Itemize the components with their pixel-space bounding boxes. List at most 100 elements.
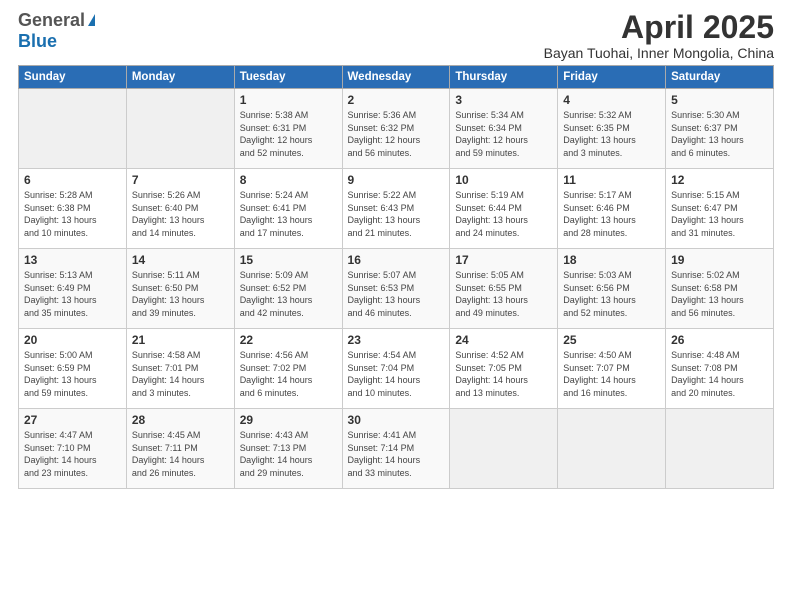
calendar-cell: 7 Sunrise: 5:26 AM Sunset: 6:40 PM Daylig… [126, 169, 234, 249]
day-number: 13 [24, 253, 121, 267]
day-number: 29 [240, 413, 337, 427]
weekday-header: Saturday [666, 66, 774, 89]
day-number: 18 [563, 253, 660, 267]
calendar-cell: 17Sunrise: 5:05 AM Sunset: 6:55 PM Dayli… [450, 249, 558, 329]
title-month-year: April 2025 [544, 10, 774, 45]
day-info: Sunrise: 5:28 AM Sunset: 6:38 PM Dayligh… [24, 189, 121, 239]
day-number: 24 [455, 333, 552, 347]
day-number: 15 [240, 253, 337, 267]
day-info: Sunrise: 5:34 AM Sunset: 6:34 PM Dayligh… [455, 109, 552, 159]
day-info: Sunrise: 5:13 AM Sunset: 6:49 PM Dayligh… [24, 269, 121, 319]
day-number: 2 [348, 93, 445, 107]
day-number: 7 [132, 173, 229, 187]
day-info: Sunrise: 5:36 AM Sunset: 6:32 PM Dayligh… [348, 109, 445, 159]
day-number: 5 [671, 93, 768, 107]
day-number: 12 [671, 173, 768, 187]
calendar-cell: 8Sunrise: 5:24 AM Sunset: 6:41 PM Daylig… [234, 169, 342, 249]
calendar-cell [450, 409, 558, 489]
header: General Blue April 2025 Bayan Tuohai, In… [18, 10, 774, 61]
day-number: 27 [24, 413, 121, 427]
weekday-header: Sunday [19, 66, 127, 89]
day-number: 14 [132, 253, 229, 267]
day-info: Sunrise: 5:26 AM Sunset: 6:40 PM Dayligh… [132, 189, 229, 239]
calendar-cell: 26Sunrise: 4:48 AM Sunset: 7:08 PM Dayli… [666, 329, 774, 409]
calendar-header-row: SundayMondayTuesdayWednesdayThursdayFrid… [19, 66, 774, 89]
day-number: 23 [348, 333, 445, 347]
day-number: 19 [671, 253, 768, 267]
calendar-cell: 21Sunrise: 4:58 AM Sunset: 7:01 PM Dayli… [126, 329, 234, 409]
day-info: Sunrise: 5:30 AM Sunset: 6:37 PM Dayligh… [671, 109, 768, 159]
day-info: Sunrise: 4:48 AM Sunset: 7:08 PM Dayligh… [671, 349, 768, 399]
weekday-header: Thursday [450, 66, 558, 89]
title-block: April 2025 Bayan Tuohai, Inner Mongolia,… [544, 10, 774, 61]
calendar-cell: 9 Sunrise: 5:22 AM Sunset: 6:43 PM Daylig… [342, 169, 450, 249]
calendar-cell: 3 Sunrise: 5:34 AM Sunset: 6:34 PM Daylig… [450, 89, 558, 169]
calendar-cell: 13 Sunrise: 5:13 AM Sunset: 6:49 PM Dayli… [19, 249, 127, 329]
day-number: 9 [348, 173, 445, 187]
calendar-cell: 25 Sunrise: 4:50 AM Sunset: 7:07 PM Dayli… [558, 329, 666, 409]
calendar-cell: 14 Sunrise: 5:11 AM Sunset: 6:50 PM Dayli… [126, 249, 234, 329]
calendar-cell: 10 Sunrise: 5:19 AM Sunset: 6:44 PM Dayli… [450, 169, 558, 249]
weekday-header: Monday [126, 66, 234, 89]
weekday-header: Tuesday [234, 66, 342, 89]
day-info: Sunrise: 5:38 AM Sunset: 6:31 PM Dayligh… [240, 109, 337, 159]
day-info: Sunrise: 5:15 AM Sunset: 6:47 PM Dayligh… [671, 189, 768, 239]
day-info: Sunrise: 5:07 AM Sunset: 6:53 PM Dayligh… [348, 269, 445, 319]
day-info: Sunrise: 5:09 AM Sunset: 6:52 PM Dayligh… [240, 269, 337, 319]
day-number: 22 [240, 333, 337, 347]
calendar-cell: 27 Sunrise: 4:47 AM Sunset: 7:10 PM Dayli… [19, 409, 127, 489]
day-number: 25 [563, 333, 660, 347]
day-info: Sunrise: 4:43 AM Sunset: 7:13 PM Dayligh… [240, 429, 337, 479]
calendar-cell: 18 Sunrise: 5:03 AM Sunset: 6:56 PM Dayli… [558, 249, 666, 329]
day-number: 16 [348, 253, 445, 267]
calendar-week-row: 1 Sunrise: 5:38 AM Sunset: 6:31 PM Daylig… [19, 89, 774, 169]
day-info: Sunrise: 5:02 AM Sunset: 6:58 PM Dayligh… [671, 269, 768, 319]
calendar-table: SundayMondayTuesdayWednesdayThursdayFrid… [18, 65, 774, 489]
day-info: Sunrise: 5:00 AM Sunset: 6:59 PM Dayligh… [24, 349, 121, 399]
day-number: 10 [455, 173, 552, 187]
day-info: Sunrise: 5:11 AM Sunset: 6:50 PM Dayligh… [132, 269, 229, 319]
day-info: Sunrise: 5:32 AM Sunset: 6:35 PM Dayligh… [563, 109, 660, 159]
day-info: Sunrise: 5:19 AM Sunset: 6:44 PM Dayligh… [455, 189, 552, 239]
day-info: Sunrise: 5:22 AM Sunset: 6:43 PM Dayligh… [348, 189, 445, 239]
day-number: 11 [563, 173, 660, 187]
calendar-cell: 4 Sunrise: 5:32 AM Sunset: 6:35 PM Daylig… [558, 89, 666, 169]
weekday-header: Friday [558, 66, 666, 89]
day-number: 3 [455, 93, 552, 107]
day-number: 1 [240, 93, 337, 107]
calendar-cell: 1 Sunrise: 5:38 AM Sunset: 6:31 PM Daylig… [234, 89, 342, 169]
calendar-cell: 12 Sunrise: 5:15 AM Sunset: 6:47 PM Dayli… [666, 169, 774, 249]
day-number: 4 [563, 93, 660, 107]
day-info: Sunrise: 5:24 AM Sunset: 6:41 PM Dayligh… [240, 189, 337, 239]
calendar-week-row: 6Sunrise: 5:28 AM Sunset: 6:38 PM Daylig… [19, 169, 774, 249]
calendar-cell: 15 Sunrise: 5:09 AM Sunset: 6:52 PM Dayli… [234, 249, 342, 329]
calendar-cell: 19 Sunrise: 5:02 AM Sunset: 6:58 PM Dayli… [666, 249, 774, 329]
calendar-cell: 24Sunrise: 4:52 AM Sunset: 7:05 PM Dayli… [450, 329, 558, 409]
calendar-week-row: 20Sunrise: 5:00 AM Sunset: 6:59 PM Dayli… [19, 329, 774, 409]
day-info: Sunrise: 4:41 AM Sunset: 7:14 PM Dayligh… [348, 429, 445, 479]
calendar-cell [558, 409, 666, 489]
day-info: Sunrise: 5:03 AM Sunset: 6:56 PM Dayligh… [563, 269, 660, 319]
day-info: Sunrise: 4:50 AM Sunset: 7:07 PM Dayligh… [563, 349, 660, 399]
logo: General Blue [18, 10, 95, 52]
calendar-cell [666, 409, 774, 489]
calendar-cell: 20Sunrise: 5:00 AM Sunset: 6:59 PM Dayli… [19, 329, 127, 409]
day-info: Sunrise: 4:56 AM Sunset: 7:02 PM Dayligh… [240, 349, 337, 399]
day-number: 17 [455, 253, 552, 267]
calendar-page: General Blue April 2025 Bayan Tuohai, In… [0, 0, 792, 499]
day-info: Sunrise: 5:17 AM Sunset: 6:46 PM Dayligh… [563, 189, 660, 239]
day-info: Sunrise: 4:45 AM Sunset: 7:11 PM Dayligh… [132, 429, 229, 479]
day-number: 28 [132, 413, 229, 427]
calendar-cell: 11 Sunrise: 5:17 AM Sunset: 6:46 PM Dayli… [558, 169, 666, 249]
calendar-cell: 28 Sunrise: 4:45 AM Sunset: 7:11 PM Dayli… [126, 409, 234, 489]
calendar-cell [126, 89, 234, 169]
day-info: Sunrise: 4:47 AM Sunset: 7:10 PM Dayligh… [24, 429, 121, 479]
calendar-cell: 6Sunrise: 5:28 AM Sunset: 6:38 PM Daylig… [19, 169, 127, 249]
calendar-cell: 30 Sunrise: 4:41 AM Sunset: 7:14 PM Dayli… [342, 409, 450, 489]
day-info: Sunrise: 4:54 AM Sunset: 7:04 PM Dayligh… [348, 349, 445, 399]
logo-blue: Blue [18, 31, 57, 51]
title-location: Bayan Tuohai, Inner Mongolia, China [544, 45, 774, 61]
day-number: 30 [348, 413, 445, 427]
calendar-week-row: 27 Sunrise: 4:47 AM Sunset: 7:10 PM Dayli… [19, 409, 774, 489]
logo-general: General [18, 10, 85, 31]
